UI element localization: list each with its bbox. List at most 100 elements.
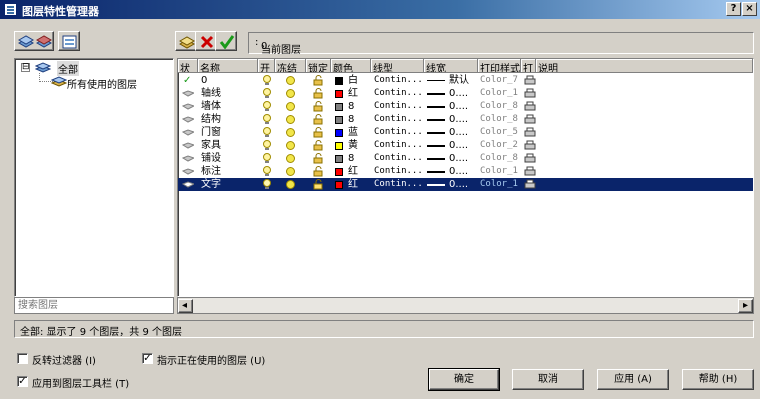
linetype[interactable]: Contin... bbox=[374, 178, 423, 191]
printer-icon[interactable] bbox=[524, 127, 536, 138]
layer-name[interactable]: 家具 bbox=[201, 139, 221, 152]
layer-name[interactable]: 铺设 bbox=[201, 152, 221, 165]
layer-row[interactable]: 结构 8 Contin... 0.... Color_8 bbox=[178, 113, 753, 126]
sun-icon[interactable] bbox=[286, 141, 295, 150]
lightbulb-icon[interactable] bbox=[262, 75, 272, 86]
scroll-right-button[interactable]: ▸ bbox=[738, 299, 753, 313]
lightbulb-icon[interactable] bbox=[262, 114, 272, 125]
layer-row[interactable]: 墙体 8 Contin... 0.... Color_8 bbox=[178, 100, 753, 113]
column-header[interactable]: 线宽 bbox=[424, 59, 478, 73]
color-swatch[interactable] bbox=[335, 181, 343, 189]
layer-name[interactable]: 轴线 bbox=[201, 87, 221, 100]
lineweight-value[interactable]: 默认 bbox=[449, 74, 469, 87]
sun-icon[interactable] bbox=[286, 102, 295, 111]
help-title-button[interactable]: ? bbox=[726, 2, 741, 16]
unlock-icon[interactable] bbox=[313, 127, 324, 138]
layer-name[interactable]: 标注 bbox=[201, 165, 221, 178]
help-button[interactable]: 帮助 (H) bbox=[682, 369, 754, 390]
unlock-icon[interactable] bbox=[313, 166, 324, 177]
color-name[interactable]: 蓝 bbox=[348, 126, 358, 139]
color-name[interactable]: 红 bbox=[348, 165, 358, 178]
sun-icon[interactable] bbox=[286, 128, 295, 137]
lightbulb-icon[interactable] bbox=[262, 179, 272, 190]
column-header[interactable]: 线型 bbox=[371, 59, 424, 73]
lightbulb-icon[interactable] bbox=[262, 88, 272, 99]
column-header[interactable]: 名称 bbox=[198, 59, 258, 73]
printer-icon[interactable] bbox=[524, 75, 536, 86]
printer-icon[interactable] bbox=[524, 114, 536, 125]
color-name[interactable]: 红 bbox=[348, 178, 358, 191]
set-current-button[interactable] bbox=[215, 31, 237, 51]
sun-icon[interactable] bbox=[286, 154, 295, 163]
new-group-filter-button[interactable] bbox=[58, 31, 80, 51]
layer-name[interactable]: 0 bbox=[201, 74, 207, 87]
collapse-icon[interactable]: ⊟ bbox=[21, 63, 30, 72]
column-header[interactable]: 颜色 bbox=[331, 59, 371, 73]
ok-button[interactable]: 确定 bbox=[428, 368, 500, 391]
linetype[interactable]: Contin... bbox=[374, 100, 423, 113]
lineweight-value[interactable]: 0.... bbox=[449, 100, 468, 113]
color-swatch[interactable] bbox=[335, 77, 343, 85]
search-input[interactable] bbox=[14, 297, 174, 314]
lineweight-value[interactable]: 0.... bbox=[449, 87, 468, 100]
unlock-icon[interactable] bbox=[313, 153, 324, 164]
column-header[interactable]: 说明 bbox=[536, 59, 753, 73]
color-name[interactable]: 8 bbox=[348, 100, 354, 113]
unlock-icon[interactable] bbox=[313, 75, 324, 86]
layer-row[interactable]: 文字 红 Contin... 0.... Color_1 bbox=[178, 178, 753, 191]
linetype[interactable]: Contin... bbox=[374, 74, 423, 87]
printer-icon[interactable] bbox=[524, 179, 536, 190]
apply-button[interactable]: 应用 (A) bbox=[597, 369, 669, 390]
color-swatch[interactable] bbox=[335, 168, 343, 176]
sun-icon[interactable] bbox=[286, 115, 295, 124]
lineweight-value[interactable]: 0.... bbox=[449, 165, 468, 178]
column-header[interactable]: 打印样式 bbox=[478, 59, 521, 73]
invert-filter-checkbox[interactable] bbox=[17, 353, 28, 364]
lineweight-value[interactable]: 0.... bbox=[449, 126, 468, 139]
color-name[interactable]: 白 bbox=[348, 74, 358, 87]
unlock-icon[interactable] bbox=[313, 88, 324, 99]
printer-icon[interactable] bbox=[524, 88, 536, 99]
apply-toolbar-checkbox[interactable]: ✓ bbox=[17, 376, 28, 387]
layer-list[interactable]: 状名称开冻结 锁定 颜色 线型 线宽 打印样式打说明 ✓ 0 白 Contin... 默认 Colo… bbox=[177, 58, 754, 297]
linetype[interactable]: Contin... bbox=[374, 87, 423, 100]
unlock-icon[interactable] bbox=[313, 179, 324, 190]
layer-name[interactable]: 文字 bbox=[201, 178, 221, 191]
color-name[interactable]: 8 bbox=[348, 152, 354, 165]
layer-row[interactable]: 家具 黄 Contin... 0.... Color_2 bbox=[178, 139, 753, 152]
layer-row[interactable]: 标注 红 Contin... 0.... Color_1 bbox=[178, 165, 753, 178]
lineweight-value[interactable]: 0.... bbox=[449, 113, 468, 126]
color-swatch[interactable] bbox=[335, 155, 343, 163]
lineweight-value[interactable]: 0.... bbox=[449, 139, 468, 152]
column-header[interactable]: 打 bbox=[521, 59, 536, 73]
filter-tree[interactable]: ⊟ 全部 所有使用的图层 bbox=[14, 58, 174, 297]
unlock-icon[interactable] bbox=[313, 140, 324, 151]
lightbulb-icon[interactable] bbox=[262, 166, 272, 177]
new-layer-button[interactable] bbox=[175, 31, 197, 51]
linetype[interactable]: Contin... bbox=[374, 113, 423, 126]
linetype[interactable]: Contin... bbox=[374, 165, 423, 178]
column-header[interactable]: 开 bbox=[258, 59, 275, 73]
lineweight-value[interactable]: 0.... bbox=[449, 152, 468, 165]
lineweight-value[interactable]: 0.... bbox=[449, 178, 468, 191]
color-swatch[interactable] bbox=[335, 129, 343, 137]
linetype[interactable]: Contin... bbox=[374, 126, 423, 139]
color-swatch[interactable] bbox=[335, 103, 343, 111]
new-property-filter-button[interactable] bbox=[14, 31, 54, 51]
layer-row[interactable]: 门窗 蓝 Contin... 0.... Color_5 bbox=[178, 126, 753, 139]
lightbulb-icon[interactable] bbox=[262, 140, 272, 151]
printer-icon[interactable] bbox=[524, 101, 536, 112]
show-used-checkbox[interactable]: ✓ bbox=[142, 353, 153, 364]
sun-icon[interactable] bbox=[286, 167, 295, 176]
unlock-icon[interactable] bbox=[313, 114, 324, 125]
layer-row[interactable]: 轴线 红 Contin... 0.... Color_1 bbox=[178, 87, 753, 100]
color-swatch[interactable] bbox=[335, 116, 343, 124]
unlock-icon[interactable] bbox=[313, 101, 324, 112]
column-header[interactable]: 冻结 bbox=[275, 59, 306, 73]
horizontal-scrollbar[interactable]: ◂ ▸ bbox=[177, 297, 754, 314]
delete-layer-button[interactable] bbox=[195, 31, 217, 51]
scroll-left-button[interactable]: ◂ bbox=[178, 299, 193, 313]
cancel-button[interactable]: 取消 bbox=[512, 369, 584, 390]
layer-name[interactable]: 门窗 bbox=[201, 126, 221, 139]
linetype[interactable]: Contin... bbox=[374, 152, 423, 165]
